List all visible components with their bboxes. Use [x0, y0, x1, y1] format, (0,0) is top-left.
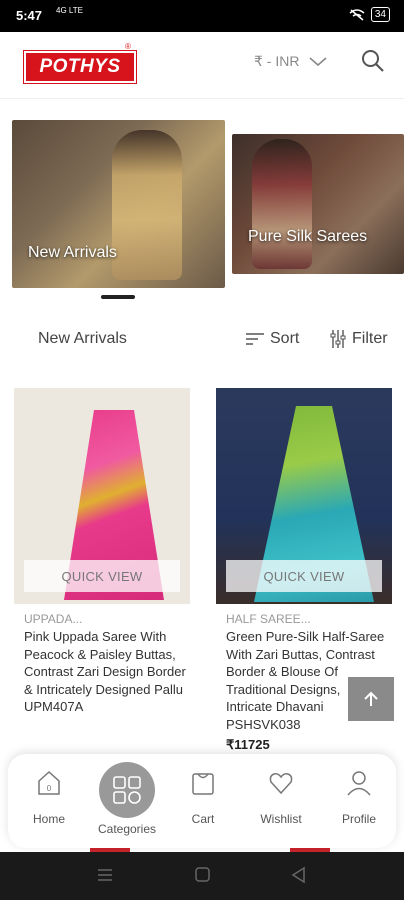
banner-model-image	[112, 130, 182, 280]
bottom-navigation: 0 Home Categories Cart Wishlist Profile	[8, 754, 396, 848]
sort-button[interactable]: Sort	[246, 330, 299, 348]
product-category: UPPADA...	[24, 612, 83, 626]
nav-wishlist[interactable]: Wishlist	[246, 754, 316, 848]
status-bar: 5:47 4G LTE 34	[0, 0, 404, 32]
cart-count: 0	[47, 784, 52, 793]
home-icon: 0	[38, 770, 60, 795]
product-name[interactable]: Pink Uppada Saree With Peacock & Paisley…	[14, 628, 190, 716]
currency-selector[interactable]: ₹ - INR	[254, 53, 327, 70]
sort-icon	[246, 333, 264, 345]
nav-profile[interactable]: Profile	[324, 754, 394, 848]
product-image[interactable]: QUICK VIEW	[216, 388, 392, 604]
banner-pure-silk-sarees[interactable]: Pure Silk Sarees	[232, 134, 404, 274]
nav-home-label: Home	[32, 812, 65, 826]
product-price: ₹11725	[226, 737, 270, 752]
currency-label: ₹ - INR	[254, 53, 300, 69]
home-button-icon[interactable]	[194, 866, 212, 884]
heart-icon	[269, 773, 293, 795]
nav-categories-label: Categories	[97, 822, 157, 836]
categories-active-bubble	[99, 762, 155, 818]
scroll-to-top-button[interactable]	[348, 677, 394, 721]
profile-icon	[347, 771, 371, 796]
product-card[interactable]: QUICK VIEW UPPADA... Pink Uppada Saree W…	[14, 388, 190, 716]
banner-label: Pure Silk Sarees	[248, 228, 368, 245]
product-category: HALF SAREE...	[226, 612, 311, 626]
system-navigation-bar	[0, 852, 404, 900]
status-right: 34	[349, 7, 390, 22]
quick-view-button[interactable]: QUICK VIEW	[226, 560, 382, 592]
categories-icon	[113, 776, 141, 804]
nav-wishlist-label: Wishlist	[260, 812, 302, 826]
wifi-off-icon	[349, 8, 365, 21]
arrow-up-icon	[364, 691, 378, 706]
recent-apps-icon[interactable]	[96, 866, 114, 884]
listing-toolbar: New Arrivals Sort Filter	[0, 318, 404, 358]
nav-home[interactable]: 0 Home	[14, 754, 84, 848]
battery-indicator: 34	[370, 7, 390, 22]
search-icon[interactable]	[360, 48, 386, 74]
filter-icon	[330, 330, 346, 348]
nav-profile-label: Profile	[341, 812, 376, 826]
quick-view-button[interactable]: QUICK VIEW	[24, 560, 180, 592]
banner-label: New Arrivals	[28, 244, 117, 261]
chevron-down-icon	[309, 56, 327, 66]
filter-button[interactable]: Filter	[330, 330, 388, 348]
product-image[interactable]: QUICK VIEW	[14, 388, 190, 604]
carousel-indicator	[101, 295, 135, 299]
banner-carousel[interactable]: New Arrivals Pure Silk Sarees	[0, 98, 404, 308]
sort-label: Sort	[270, 330, 300, 347]
logo-text: POTHYS	[39, 56, 121, 77]
banner-new-arrivals[interactable]: New Arrivals	[12, 120, 225, 288]
network-indicator: 4G LTE	[56, 6, 83, 15]
nav-cart-label: Cart	[191, 812, 215, 826]
back-icon[interactable]	[290, 866, 308, 884]
nav-categories[interactable]: Categories	[92, 754, 162, 848]
cart-icon	[192, 773, 214, 795]
filter-label: Filter	[352, 330, 388, 347]
nav-cart[interactable]: Cart	[168, 754, 238, 848]
app-header: POTHYS ® ₹ - INR	[0, 32, 404, 99]
status-time: 5:47	[16, 8, 43, 23]
banner-model-image	[252, 139, 312, 269]
section-title: New Arrivals	[38, 330, 127, 347]
pothys-logo[interactable]: POTHYS	[24, 51, 136, 83]
logo-registered-mark: ®	[125, 42, 131, 51]
